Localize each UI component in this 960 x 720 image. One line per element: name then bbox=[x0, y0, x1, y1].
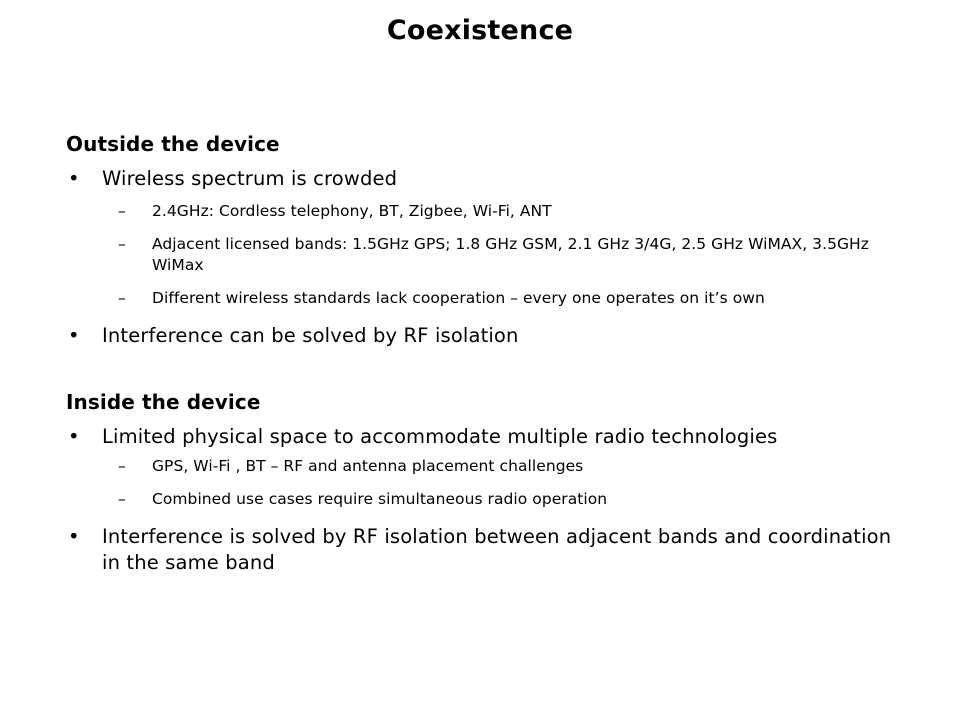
sub-bullet-item: – Adjacent licensed bands: 1.5GHz GPS; 1… bbox=[66, 234, 906, 276]
bullet-text: Wireless spectrum is crowded bbox=[102, 167, 398, 190]
bullet-item: • Limited physical space to accommodate … bbox=[66, 424, 906, 450]
sub-bullet-text: Combined use cases require simultaneous … bbox=[152, 490, 608, 508]
bullet-dot-icon: • bbox=[68, 525, 80, 548]
sub-bullet-item: – GPS, Wi-Fi , BT – RF and antenna place… bbox=[66, 456, 906, 477]
sub-bullet-text: Adjacent licensed bands: 1.5GHz GPS; 1.8… bbox=[152, 235, 869, 274]
section-header-inside: Inside the device bbox=[66, 390, 261, 414]
bullet-text: Interference can be solved by RF isolati… bbox=[102, 324, 519, 347]
bullet-dash-icon: – bbox=[118, 490, 126, 508]
sub-bullet-text: GPS, Wi-Fi , BT – RF and antenna placeme… bbox=[152, 457, 584, 475]
sub-bullet-item: – 2.4GHz: Cordless telephony, BT, Zigbee… bbox=[66, 201, 906, 222]
sub-bullet-item: – Different wireless standards lack coop… bbox=[66, 288, 906, 309]
section-header-outside: Outside the device bbox=[66, 132, 280, 156]
sub-bullet-text: 2.4GHz: Cordless telephony, BT, Zigbee, … bbox=[152, 202, 552, 220]
bullet-dash-icon: – bbox=[118, 289, 126, 307]
bullet-dash-icon: – bbox=[118, 235, 126, 253]
bullet-dot-icon: • bbox=[68, 425, 80, 448]
section-inside-the-device: Inside the device • Limited physical spa… bbox=[66, 389, 906, 576]
slide-body: Outside the device • Wireless spectrum i… bbox=[66, 131, 906, 585]
slide-canvas: Coexistence Outside the device • Wireles… bbox=[0, 0, 960, 720]
bullet-dot-icon: • bbox=[68, 167, 80, 190]
bullet-item: • Interference is solved by RF isolation… bbox=[66, 524, 906, 576]
page-title: Coexistence bbox=[386, 15, 574, 46]
bullet-item: • Wireless spectrum is crowded bbox=[66, 166, 906, 192]
sub-bullet-text: Different wireless standards lack cooper… bbox=[152, 289, 765, 307]
bullet-text: Interference is solved by RF isolation b… bbox=[102, 525, 892, 574]
bullet-dash-icon: – bbox=[118, 202, 126, 220]
bullet-dash-icon: – bbox=[118, 457, 126, 475]
sub-bullet-item: – Combined use cases require simultaneou… bbox=[66, 489, 906, 510]
bullet-text: Limited physical space to accommodate mu… bbox=[102, 425, 778, 448]
bullet-dot-icon: • bbox=[68, 324, 80, 347]
bullet-item: • Interference can be solved by RF isola… bbox=[66, 323, 906, 349]
section-outside-the-device: Outside the device • Wireless spectrum i… bbox=[66, 131, 906, 349]
